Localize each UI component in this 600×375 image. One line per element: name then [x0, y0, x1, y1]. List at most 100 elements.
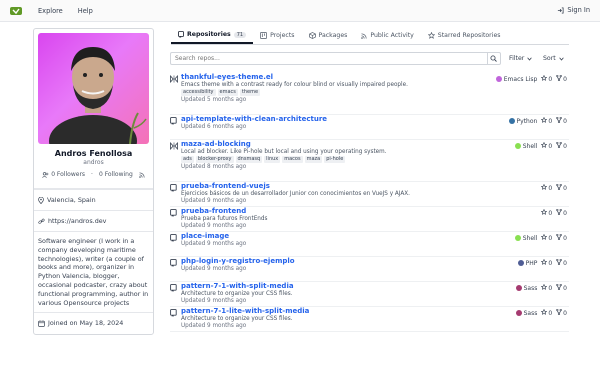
fork-count[interactable]: 0	[556, 283, 567, 292]
sign-in-icon	[558, 6, 564, 14]
following-count[interactable]: 0 Following	[99, 171, 133, 178]
nav-explore[interactable]: Explore	[38, 7, 63, 15]
profile-website[interactable]: https://andros.dev	[34, 210, 153, 231]
star-icon	[541, 308, 548, 317]
repo-name-link[interactable]: php-login-y-registro-ejemplo	[181, 257, 569, 265]
repo-item: php-login-y-registro-ejemplo Updated 9 m…	[170, 257, 569, 282]
fork-count[interactable]: 0	[556, 74, 567, 83]
topic-tag[interactable]: macos	[282, 156, 303, 163]
star-count[interactable]: 0	[541, 208, 552, 217]
profile-joined: Joined on May 18, 2024	[34, 312, 153, 334]
star-count[interactable]: 0	[541, 308, 552, 317]
mirror-repo-icon	[170, 140, 181, 181]
location-pin-icon	[38, 196, 44, 204]
followers-count: 0 Followers	[51, 171, 86, 178]
star-count[interactable]: 0	[541, 141, 552, 150]
fork-icon	[556, 258, 562, 267]
fork-icon	[556, 74, 562, 83]
sort-dropdown[interactable]: Sort	[543, 52, 564, 65]
profile-bio: Software engineer (I work in a company d…	[34, 231, 153, 312]
topic-tag[interactable]: theme	[239, 89, 261, 96]
star-count[interactable]: 0	[541, 258, 552, 267]
topic-tag[interactable]: accessibility	[181, 89, 216, 96]
language-color-dot	[515, 309, 522, 316]
nav-help[interactable]: Help	[78, 7, 93, 15]
language-color-dot	[514, 142, 521, 149]
repo-meta: Shell 0 0	[514, 233, 567, 242]
repo-language: Emacs Lisp	[495, 75, 537, 83]
star-icon	[427, 32, 435, 39]
top-nav: Explore Help Sign In	[0, 0, 600, 22]
repo-name-link[interactable]: prueba-frontend	[181, 207, 569, 215]
gitea-logo-icon[interactable]	[9, 4, 23, 18]
star-count[interactable]: 0	[541, 233, 552, 242]
repo-name-link[interactable]: pattern-7-1-lite-with-split-media	[181, 307, 569, 315]
language-color-dot	[495, 75, 502, 82]
fork-count[interactable]: 0	[556, 183, 567, 192]
sign-in-label: Sign In	[567, 6, 590, 14]
repo-name-link[interactable]: prueba-frontend-vuejs	[181, 182, 569, 190]
fork-count[interactable]: 0	[556, 208, 567, 217]
repo-meta: Sass 0 0	[515, 308, 567, 317]
topic-tag[interactable]: emacs	[217, 89, 238, 96]
search-input[interactable]	[171, 55, 487, 62]
star-count[interactable]: 0	[541, 183, 552, 192]
star-count[interactable]: 0	[541, 74, 552, 83]
tab-label: Packages	[318, 32, 348, 39]
repo-icon	[178, 31, 184, 38]
fork-count[interactable]: 0	[556, 233, 567, 242]
repo-name-link[interactable]: place-image	[181, 232, 569, 240]
repo-icon	[170, 207, 181, 231]
sign-in-link[interactable]: Sign In	[557, 6, 590, 14]
fork-icon	[556, 283, 562, 292]
follow-stats: 0 Followers · 0 Following	[38, 171, 149, 178]
rss-icon[interactable]	[138, 171, 145, 178]
repo-language: Python	[508, 117, 537, 125]
repo-description: Local ad blocker. Like Pi-hole but local…	[181, 149, 387, 155]
tab-repositories[interactable]: Repositories 71	[171, 31, 254, 44]
tab-projects[interactable]: Projects	[253, 32, 301, 44]
repo-description: Prueba para futuros FrontEnds	[181, 216, 268, 222]
topic-list: accessibility emacs theme	[181, 89, 569, 96]
repo-item: prueba-frontend Prueba para futuros Fron…	[170, 207, 569, 232]
tab-public-activity[interactable]: Public Activity	[354, 32, 420, 44]
repo-name-link[interactable]: maza-ad-blocking	[181, 140, 569, 148]
star-icon	[541, 258, 548, 267]
website-link[interactable]: https://andros.dev	[48, 217, 106, 225]
location-text: Valencia, Spain	[47, 196, 96, 204]
fork-count[interactable]: 0	[556, 308, 567, 317]
repo-language: Shell	[514, 234, 537, 242]
profile-tabs: Repositories 71 Projects Packages Public…	[171, 27, 569, 45]
fork-count[interactable]: 0	[556, 141, 567, 150]
filter-dropdown[interactable]: Filter	[509, 52, 533, 65]
repo-updated: Updated 9 months ago	[181, 298, 247, 304]
repo-language: Shell	[514, 142, 537, 150]
repo-item: api-template-with-clean-architecture Upd…	[170, 115, 569, 140]
search-button[interactable]	[487, 53, 499, 64]
repo-icon	[170, 257, 181, 281]
tab-packages[interactable]: Packages	[302, 32, 355, 44]
topic-tag[interactable]: maza	[304, 156, 323, 163]
star-count[interactable]: 0	[541, 116, 552, 125]
repo-language: PHP	[517, 259, 537, 267]
tab-starred-repositories[interactable]: Starred Repositories	[421, 32, 508, 44]
topic-tag[interactable]: dnsmasq	[235, 156, 263, 163]
people-icon	[42, 171, 49, 178]
topic-tag[interactable]: linux	[264, 156, 281, 163]
topic-tag[interactable]: ads	[181, 156, 194, 163]
repo-item: maza-ad-blocking Local ad blocker. Like …	[170, 140, 569, 182]
followers-link[interactable]: 0 Followers	[42, 171, 85, 178]
repo-meta: 0 0	[541, 183, 567, 192]
topic-tag[interactable]: blocker-proxy	[195, 156, 234, 163]
repo-updated: Updated 8 months ago	[181, 164, 247, 170]
repo-search	[170, 52, 501, 65]
chevron-down-icon	[558, 57, 564, 61]
sort-label: Sort	[543, 55, 556, 62]
star-icon	[541, 141, 548, 150]
repo-name-link[interactable]: pattern-7-1-with-split-media	[181, 282, 569, 290]
star-count[interactable]: 0	[541, 283, 552, 292]
fork-count[interactable]: 0	[556, 116, 567, 125]
fork-icon	[556, 183, 562, 192]
topic-tag[interactable]: pi-hole	[324, 156, 346, 163]
fork-count[interactable]: 0	[556, 258, 567, 267]
